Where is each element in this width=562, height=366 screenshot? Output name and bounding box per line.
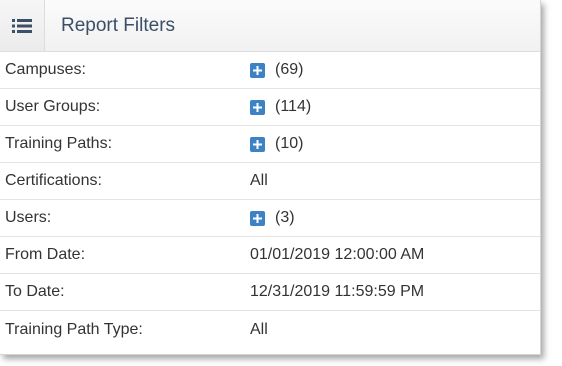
expand-plus-icon[interactable]	[250, 62, 265, 78]
filter-row-from-date: From Date: 01/01/2019 12:00:00 AM	[0, 237, 540, 274]
filter-list: Campuses: (69) User Groups: (114) Traini…	[0, 52, 540, 348]
report-filters-panel: Report Filters Campuses: (69) User Group…	[0, 0, 541, 355]
expand-plus-icon[interactable]	[250, 210, 265, 226]
filter-row-campuses: Campuses: (69)	[0, 52, 540, 89]
panel-title: Report Filters	[61, 14, 176, 36]
filter-value: (69)	[275, 61, 304, 78]
filter-value-group: (10)	[250, 135, 303, 153]
filter-label: User Groups:	[5, 98, 101, 115]
expand-plus-icon[interactable]	[250, 99, 265, 115]
filter-row-training-paths: Training Paths: (10)	[0, 126, 540, 163]
filter-label: Certifications:	[5, 172, 102, 189]
panel-header: Report Filters	[0, 0, 540, 52]
filter-row-users: Users: (3)	[0, 200, 540, 237]
filter-value: All	[250, 320, 268, 338]
filter-label: Training Path Type:	[5, 320, 143, 338]
filter-value: (3)	[275, 209, 295, 226]
filter-label: Training Paths:	[5, 135, 113, 152]
filter-value: (10)	[275, 135, 304, 152]
filter-value: All	[250, 172, 268, 189]
expand-plus-icon[interactable]	[250, 136, 265, 152]
filter-value: (114)	[275, 98, 312, 115]
filter-label: From Date:	[5, 246, 86, 263]
filter-value-group: (69)	[250, 61, 303, 79]
filter-row-user-groups: User Groups: (114)	[0, 89, 540, 126]
filter-value: 01/01/2019 12:00:00 AM	[250, 246, 425, 263]
filter-label: Campuses:	[5, 61, 86, 78]
filter-row-certifications: Certifications: All	[0, 163, 540, 200]
filter-row-training-path-type: Training Path Type: All	[0, 311, 540, 348]
filter-label: Users:	[5, 209, 52, 226]
filter-value-group: All	[250, 172, 268, 190]
filter-row-to-date: To Date: 12/31/2019 11:59:59 PM	[0, 274, 540, 311]
list-icon	[12, 18, 32, 33]
filter-value-group: (114)	[250, 98, 311, 116]
filter-value-group: 12/31/2019 11:59:59 PM	[250, 283, 424, 301]
filter-value-group: 01/01/2019 12:00:00 AM	[250, 246, 424, 264]
filter-value-group: (3)	[250, 209, 295, 227]
filter-value-group: All	[250, 321, 268, 339]
filter-label: To Date:	[5, 283, 65, 300]
filter-value: 12/31/2019 11:59:59 PM	[250, 283, 425, 300]
list-icon-box[interactable]	[0, 0, 45, 51]
